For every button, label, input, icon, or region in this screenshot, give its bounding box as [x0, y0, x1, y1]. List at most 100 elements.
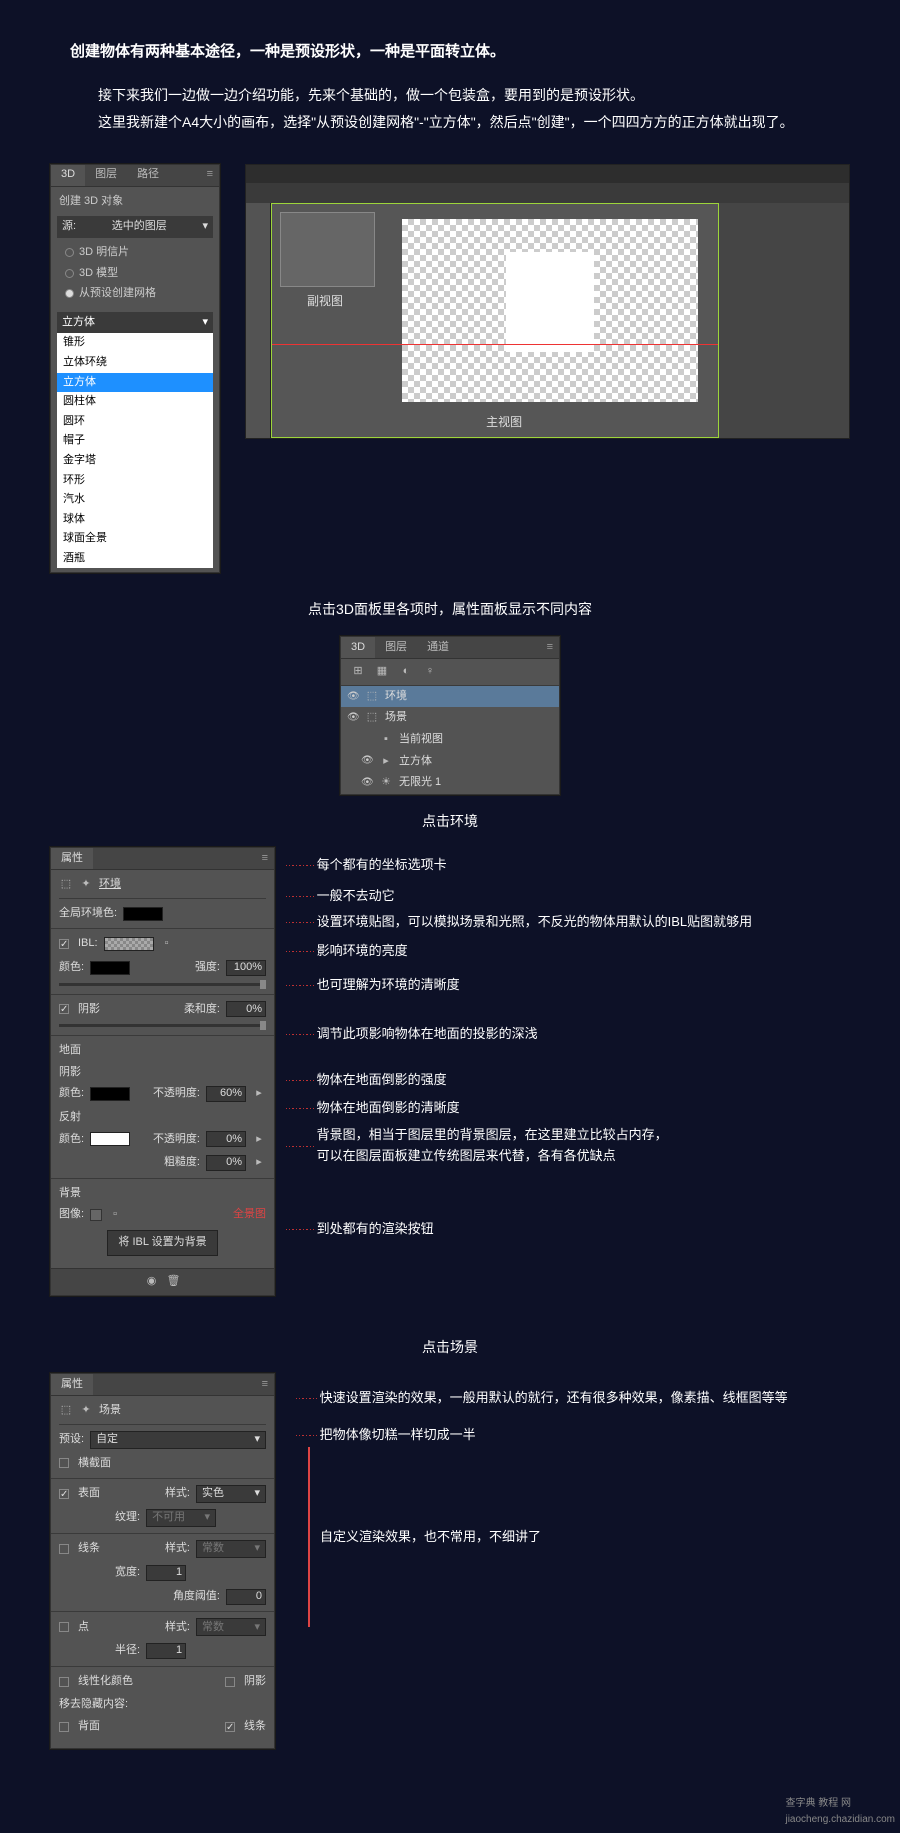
radio-preset-mesh[interactable]: 从预设创建网格 [65, 285, 205, 303]
scene-icon[interactable]: ⬚ [59, 1404, 73, 1418]
reflect-opacity-input[interactable]: 0% [206, 1131, 246, 1147]
shape-option[interactable]: 球面全景 [57, 529, 213, 549]
anno-coords: 每个都有的坐标选项卡 [317, 855, 447, 876]
ground-color-swatch[interactable] [90, 1087, 130, 1101]
reflect-color-swatch[interactable] [90, 1132, 130, 1146]
tree-item-scene[interactable]: 👁⬚场景 [341, 707, 559, 729]
radio-postcard[interactable]: 3D 明信片 [65, 244, 205, 262]
intro-p2: 这里我新建个A4大小的画布，选择"从预设创建网格"-"立方体"，然后点"创建"，… [70, 111, 830, 133]
ibl-checkbox[interactable] [59, 939, 69, 949]
folder-icon[interactable]: ▫ [108, 1208, 122, 1222]
eye-icon[interactable]: 👁 [347, 710, 359, 726]
tab-paths[interactable]: 路径 [127, 165, 169, 186]
folder-icon[interactable]: ▫ [160, 937, 174, 951]
ground-group: 地面 [59, 1042, 266, 1060]
eye-icon[interactable]: 👁 [347, 689, 359, 705]
shape-option[interactable]: 锥形 [57, 333, 213, 353]
properties-title: 属性 [51, 1374, 93, 1395]
tree-item-light[interactable]: 👁☀无限光 1 [341, 772, 559, 794]
tab-channels[interactable]: 通道 [417, 637, 459, 658]
roughness-input[interactable]: 0% [206, 1155, 246, 1171]
create-3d-label: 创建 3D 对象 [51, 187, 219, 217]
eye-icon[interactable]: 👁 [361, 775, 373, 791]
eye-icon[interactable]: 👁 [361, 753, 373, 769]
radio-model[interactable]: 3D 模型 [65, 265, 205, 283]
panel-menu-icon[interactable]: ≡ [541, 639, 559, 657]
surface-checkbox[interactable] [59, 1489, 69, 1499]
preset-shape-dropdown[interactable]: 立方体▾ [57, 312, 213, 334]
cross-section-checkbox[interactable] [59, 1458, 69, 1468]
preset-dropdown[interactable]: 自定▾ [90, 1431, 266, 1449]
anno-global: 一般不去动它 [317, 886, 395, 907]
tab-layers[interactable]: 图层 [85, 165, 127, 186]
intensity-input[interactable]: 100% [226, 960, 266, 976]
anno-ibl: 设置环境贴图，可以模拟场景和光照，不反光的物体用默认的IBL贴图就够用 [317, 912, 753, 933]
shape-option[interactable]: 汽水 [57, 490, 213, 510]
shape-option[interactable]: 立体环绕 [57, 353, 213, 373]
backface-checkbox[interactable] [59, 1722, 69, 1732]
panel-menu-icon[interactable]: ≡ [201, 166, 219, 184]
heading-environment: 点击环境 [0, 810, 900, 832]
anno-cross: 把物体像切糕一样切成一半 [320, 1425, 476, 1446]
source-dropdown[interactable]: 源: 选中的图层 ▾ [57, 216, 213, 238]
trash-icon[interactable]: 🗑 [167, 1275, 181, 1289]
image-picker-icon[interactable] [90, 1209, 102, 1221]
tree-item-view[interactable]: ▪当前视图 [341, 729, 559, 751]
panel-menu-icon[interactable]: ≡ [256, 850, 274, 868]
filter-mesh-icon[interactable]: ▦ [375, 665, 389, 679]
tree-item-environment[interactable]: 👁⬚环境 [341, 686, 559, 708]
shape-option[interactable]: 圆环 [57, 412, 213, 432]
secondary-view-label: 副视图 [307, 292, 343, 311]
cube-object [506, 252, 595, 353]
intensity-slider[interactable] [59, 983, 266, 986]
tab-3d[interactable]: 3D [51, 165, 85, 186]
shape-option[interactable]: 酒瓶 [57, 549, 213, 569]
filter-all-icon[interactable]: ⊞ [351, 665, 365, 679]
filter-material-icon[interactable]: ◐ [399, 665, 413, 679]
coords-icon[interactable]: ✦ [79, 1404, 93, 1418]
linearize-checkbox[interactable] [59, 1677, 69, 1687]
angle-input[interactable]: 0 [226, 1589, 266, 1605]
points-checkbox[interactable] [59, 1622, 69, 1632]
panel-menu-icon[interactable]: ≡ [256, 1376, 274, 1394]
tab-3d[interactable]: 3D [341, 637, 375, 658]
photoshop-screenshot: 副视图 主视图 [245, 164, 850, 439]
source-lbl: 源: [62, 218, 76, 236]
width-input[interactable]: 1 [146, 1565, 186, 1581]
shadow-scene-checkbox[interactable] [225, 1677, 235, 1687]
shape-option[interactable]: 金字塔 [57, 451, 213, 471]
ps-menubar [246, 165, 849, 183]
render-icon[interactable]: ◉ [145, 1275, 159, 1289]
ground-opacity-input[interactable]: 60% [206, 1086, 246, 1102]
radius-input[interactable]: 1 [146, 1643, 186, 1659]
shape-option-selected[interactable]: 立方体 [57, 373, 213, 393]
softness-slider[interactable] [59, 1024, 266, 1027]
main-canvas [402, 219, 698, 402]
softness-input[interactable]: 0% [226, 1001, 266, 1017]
shape-option[interactable]: 帽子 [57, 431, 213, 451]
points-style-dropdown: 常数▾ [196, 1618, 266, 1636]
lines-checkbox[interactable] [59, 1544, 69, 1554]
surface-style-dropdown[interactable]: 实色▾ [196, 1485, 266, 1503]
watermark: 查字典 教程 网jiaocheng.chazidian.com [785, 1796, 895, 1828]
tree-item-cube[interactable]: 👁▸立方体 [341, 751, 559, 773]
stepper-icon[interactable]: ▸ [252, 1087, 266, 1101]
panorama-option[interactable]: 全景图 [233, 1206, 266, 1224]
shadow-checkbox[interactable] [59, 1004, 69, 1014]
env-icon[interactable]: ⬚ [59, 878, 73, 892]
shape-option[interactable]: 圆柱体 [57, 392, 213, 412]
shape-option[interactable]: 环形 [57, 471, 213, 491]
filter-light-icon[interactable]: ♀ [423, 665, 437, 679]
tab-layers[interactable]: 图层 [375, 637, 417, 658]
set-ibl-bg-button[interactable]: 将 IBL 设置为背景 [107, 1230, 217, 1256]
bracket-line [295, 1447, 310, 1627]
chevron-down-icon: ▾ [202, 218, 208, 236]
lines-remove-checkbox[interactable] [225, 1722, 235, 1732]
shape-option[interactable]: 球体 [57, 510, 213, 530]
ibl-color-swatch[interactable] [90, 961, 130, 975]
anno-r-opacity: 物体在地面倒影的强度 [317, 1070, 447, 1091]
ibl-texture-swatch[interactable] [104, 937, 154, 951]
coords-icon[interactable]: ✦ [79, 878, 93, 892]
global-color-swatch[interactable] [123, 907, 163, 921]
source-val: 选中的图层 [112, 218, 167, 236]
